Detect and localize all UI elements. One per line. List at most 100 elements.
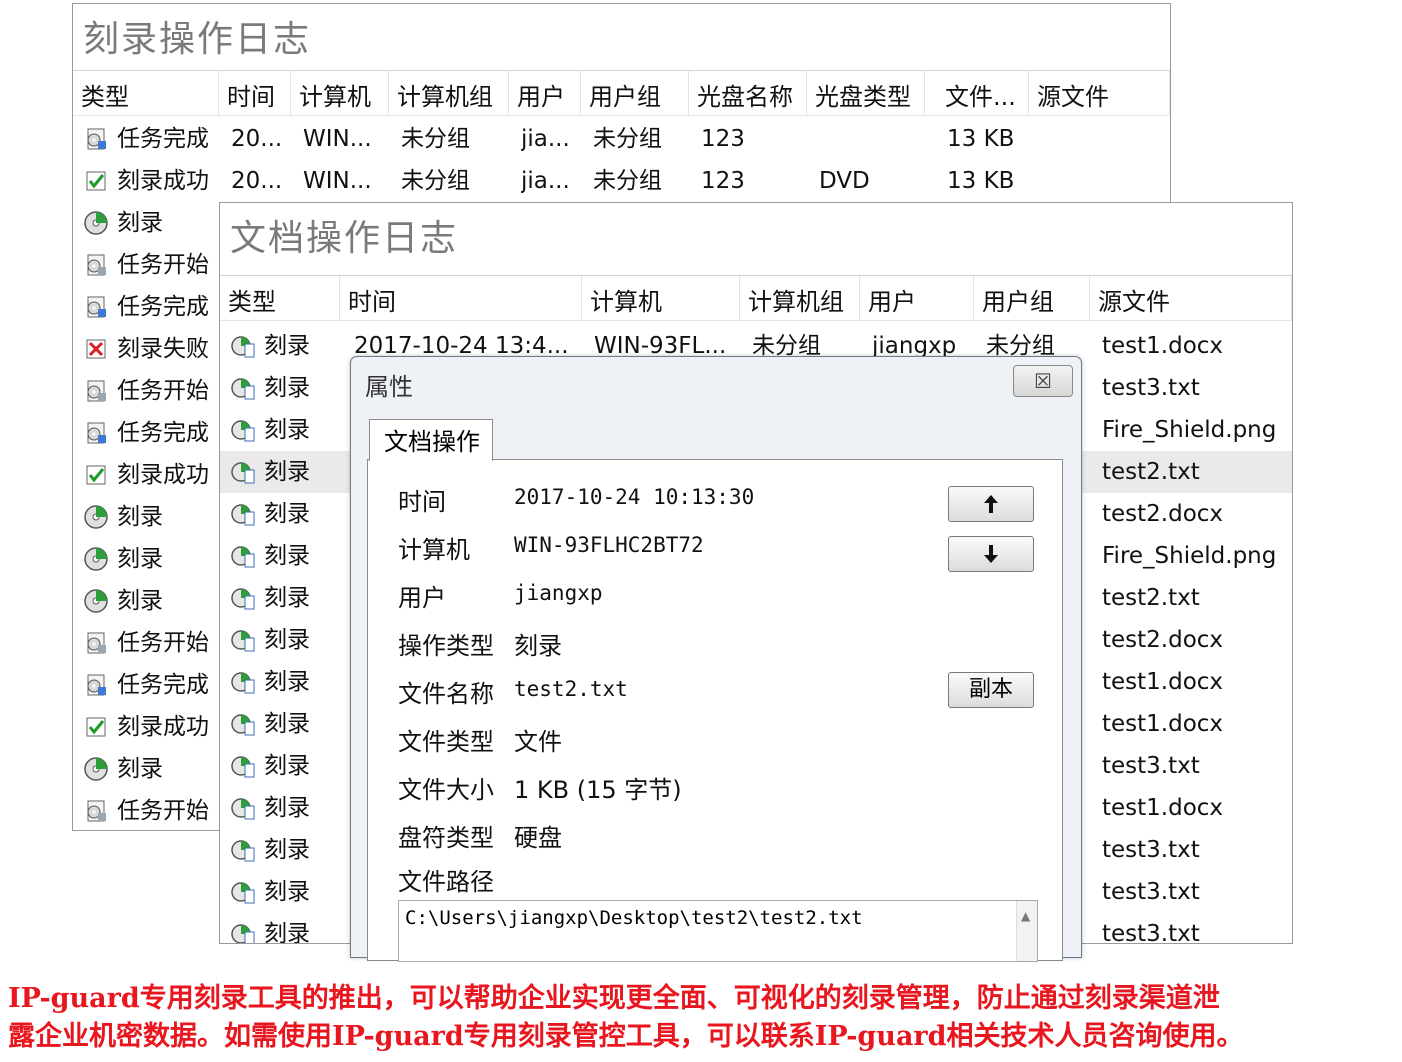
- task-start-icon: [83, 798, 109, 824]
- type-cell: 刻录成功: [117, 714, 209, 740]
- column-header-user-group[interactable]: 用户组: [581, 71, 689, 115]
- document-burn-icon: [230, 459, 256, 485]
- copy-button[interactable]: 副本: [948, 672, 1034, 708]
- file-size-cell: 13 KB: [947, 126, 1015, 152]
- source-file-cell: test2.txt: [1102, 585, 1200, 611]
- property-label: 操作类型: [398, 632, 494, 660]
- column-header-time[interactable]: 时间: [219, 71, 291, 115]
- task-complete-icon: [83, 672, 109, 698]
- property-label: 文件名称: [398, 680, 494, 708]
- source-file-cell: test3.txt: [1102, 375, 1200, 401]
- type-cell: 任务完成: [117, 420, 209, 446]
- type-cell: 刻录: [264, 375, 310, 401]
- burn-disc-icon: [83, 504, 109, 530]
- type-cell: 刻录: [264, 921, 310, 944]
- arrow-down-icon: [984, 545, 998, 563]
- document-burn-icon: [230, 627, 256, 653]
- source-file-cell: test1.docx: [1102, 711, 1224, 737]
- burn-disc-icon: [83, 756, 109, 782]
- source-file-cell: Fire_Shield.png: [1102, 417, 1277, 443]
- document-burn-icon: [230, 795, 256, 821]
- next-record-button[interactable]: [948, 536, 1034, 572]
- source-file-cell: test2.txt: [1102, 459, 1200, 485]
- type-cell: 任务开始: [117, 252, 209, 278]
- source-file-cell: test2.docx: [1102, 501, 1224, 527]
- type-cell: 任务开始: [117, 378, 209, 404]
- file-path-field[interactable]: C:\Users\jiangxp\Desktop\test2\test2.txt…: [398, 900, 1038, 962]
- document-burn-icon: [230, 585, 256, 611]
- computer-cell: WIN...: [303, 126, 372, 152]
- column-header-disc-name[interactable]: 光盘名称: [689, 71, 807, 115]
- source-file-cell: test1.docx: [1102, 795, 1224, 821]
- column-header-time[interactable]: 时间: [340, 276, 582, 320]
- document-burn-icon: [230, 543, 256, 569]
- source-file-cell: test1.docx: [1102, 333, 1224, 359]
- document-burn-icon: [230, 669, 256, 695]
- column-header-file-size[interactable]: 文件...: [925, 71, 1029, 115]
- type-cell: 刻录: [264, 879, 310, 905]
- burn-success-icon: [83, 168, 109, 194]
- type-cell: 刻录: [117, 504, 163, 530]
- type-cell: 刻录: [264, 627, 310, 653]
- burn-log-header: 类型 时间 计算机 计算机组 用户 用户组 光盘名称 光盘类型 文件... 源文…: [73, 70, 1170, 116]
- column-header-computer[interactable]: 计算机: [291, 71, 389, 115]
- column-header-source-file[interactable]: 源文件: [1029, 71, 1170, 115]
- type-cell: 任务完成: [117, 294, 209, 320]
- property-value: WIN-93FLHC2BT72: [514, 533, 704, 557]
- source-file-cell: test2.docx: [1102, 627, 1224, 653]
- property-value: 2017-10-24 10:13:30: [514, 485, 755, 509]
- type-cell: 刻录失败: [117, 336, 209, 362]
- column-header-computer[interactable]: 计算机: [582, 276, 740, 320]
- type-cell: 刻录成功: [117, 168, 209, 194]
- column-header-disc-type[interactable]: 光盘类型: [807, 71, 925, 115]
- previous-record-button[interactable]: [948, 486, 1034, 522]
- disc-type-cell: DVD: [819, 168, 870, 194]
- type-cell: 任务开始: [117, 630, 209, 656]
- computer-cell: WIN...: [303, 168, 372, 194]
- column-header-user[interactable]: 用户: [860, 276, 974, 320]
- type-cell: 刻录: [264, 795, 310, 821]
- property-value: 硬盘: [514, 824, 562, 852]
- source-file-cell: test3.txt: [1102, 921, 1200, 944]
- caption-line-2: 露企业机密数据。如需使用IP-guard专用刻录管控工具，可以联系IP-guar…: [8, 1021, 1244, 1052]
- column-header-user-group[interactable]: 用户组: [974, 276, 1090, 320]
- type-cell: 刻录成功: [117, 462, 209, 488]
- table-row[interactable]: 任务完成 20... WIN... 未分组 jia... 未分组 123 13 KB: [73, 118, 1170, 160]
- burn-log-title: 刻录操作日志: [83, 19, 312, 60]
- type-cell: 刻录: [264, 753, 310, 779]
- tab-document-operation[interactable]: 文档操作: [369, 419, 493, 461]
- time-cell: 20...: [231, 126, 283, 152]
- property-label: 计算机: [398, 536, 470, 564]
- property-value: 1 KB (15 字节): [514, 776, 682, 804]
- property-label: 用户: [398, 584, 446, 612]
- close-button[interactable]: ☒: [1013, 365, 1073, 397]
- caption-line-1: IP-guard专用刻录工具的推出，可以帮助企业实现更全面、可视化的刻录管理，防…: [8, 983, 1220, 1014]
- document-burn-icon: [230, 375, 256, 401]
- task-start-icon: [83, 630, 109, 656]
- column-header-source-file[interactable]: 源文件: [1090, 276, 1292, 320]
- task-complete-icon: [83, 126, 109, 152]
- table-row[interactable]: 刻录成功 20... WIN... 未分组 jia... 未分组 123 DVD 13 KB: [73, 160, 1170, 202]
- scroll-up-icon: ▲: [1021, 909, 1031, 923]
- column-header-computer-group[interactable]: 计算机组: [389, 71, 509, 115]
- document-log-title: 文档操作日志: [230, 218, 459, 259]
- type-cell: 刻录: [117, 756, 163, 782]
- burn-fail-icon: [83, 336, 109, 362]
- column-header-type[interactable]: 类型: [73, 71, 219, 115]
- task-complete-icon: [83, 420, 109, 446]
- source-file-cell: test3.txt: [1102, 753, 1200, 779]
- document-burn-icon: [230, 417, 256, 443]
- column-header-computer-group[interactable]: 计算机组: [740, 276, 860, 320]
- document-burn-icon: [230, 711, 256, 737]
- burn-disc-icon: [83, 546, 109, 572]
- type-cell: 任务完成: [117, 672, 209, 698]
- column-header-user[interactable]: 用户: [509, 71, 581, 115]
- source-file-cell: test3.txt: [1102, 837, 1200, 863]
- type-cell: 刻录: [117, 210, 163, 236]
- time-cell: 20...: [231, 168, 283, 194]
- path-scrollbar[interactable]: ▲: [1016, 901, 1037, 961]
- task-start-icon: [83, 252, 109, 278]
- column-header-type[interactable]: 类型: [220, 276, 340, 320]
- document-burn-icon: [230, 753, 256, 779]
- document-log-header: 类型 时间 计算机 计算机组 用户 用户组 源文件: [220, 275, 1292, 321]
